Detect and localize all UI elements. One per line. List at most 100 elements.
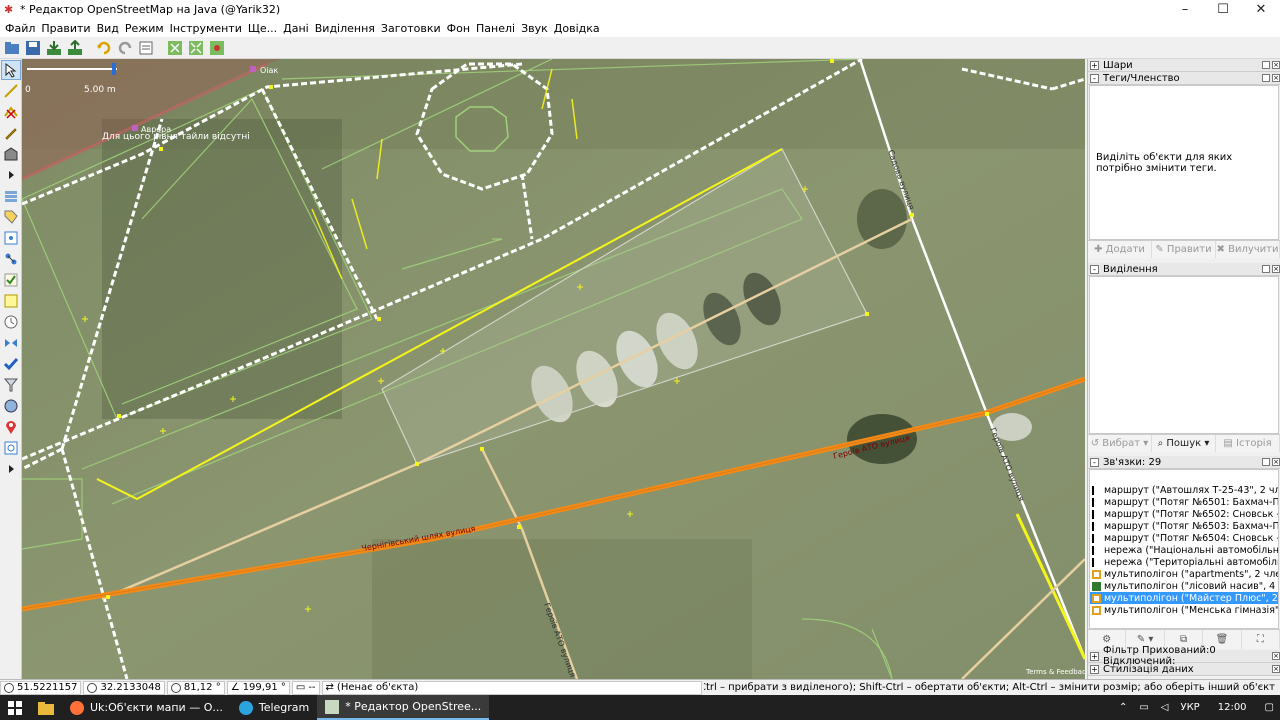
- start-button[interactable]: [0, 695, 30, 720]
- poi-marker[interactable]: [250, 66, 256, 72]
- panel-close-icon[interactable]: ×: [1272, 652, 1280, 660]
- redo-icon[interactable]: [115, 38, 134, 57]
- open-file-icon[interactable]: [2, 38, 21, 57]
- close-button[interactable]: ✕: [1242, 0, 1280, 19]
- save-icon[interactable]: [23, 38, 42, 57]
- search-button[interactable]: ⌕ Пошук ▾: [1152, 435, 1216, 452]
- language-indicator[interactable]: УКР: [1174, 702, 1205, 713]
- detach-icon[interactable]: [1262, 265, 1270, 273]
- location-pin-icon[interactable]: [1, 417, 21, 437]
- selection-panel-header[interactable]: - Виділення ×: [1088, 263, 1280, 276]
- relation-item[interactable]: маршрут ("Потяг №6503: Бахмач-Пасаж: [1090, 520, 1278, 532]
- tags-panel-header[interactable]: - Теги/Членство ×: [1088, 72, 1280, 85]
- collapse-toggle-icon[interactable]: -: [1090, 73, 1099, 83]
- relation-item[interactable]: мультиполігон ("Менська гімназія", 6 чле: [1090, 604, 1278, 616]
- undo-icon[interactable]: [94, 38, 113, 57]
- map-view[interactable]: 0 5.00 m Оіак Аврора Для цього рівня тай…: [22, 59, 1085, 679]
- checkmark-icon[interactable]: [1, 354, 21, 374]
- selection-list[interactable]: [1089, 276, 1279, 434]
- file-explorer-button[interactable]: [30, 695, 62, 720]
- taskbar-josm[interactable]: * Редактор OpenStree...: [317, 695, 490, 720]
- network-icon[interactable]: ▭: [1133, 702, 1154, 713]
- menu-file[interactable]: Файл: [2, 22, 38, 35]
- relations-panel-header[interactable]: - Зв'язки: 29 ×: [1088, 456, 1280, 469]
- zoom-to-selection-icon[interactable]: [186, 38, 205, 57]
- notes-icon[interactable]: [1, 291, 21, 311]
- add-tag-button[interactable]: ✚ Додати: [1088, 241, 1152, 258]
- filter-icon[interactable]: [1, 375, 21, 395]
- menu-audio[interactable]: Звук: [518, 22, 551, 35]
- detach-icon[interactable]: [1262, 458, 1270, 466]
- expand-arrow-icon[interactable]: [1, 165, 21, 185]
- draw-mode-icon[interactable]: [1, 81, 21, 101]
- select-mode-icon[interactable]: [1, 60, 21, 80]
- validator-icon[interactable]: [1, 270, 21, 290]
- expand-arrow-icon[interactable]: [1, 459, 21, 479]
- select-button[interactable]: ↺ Вибрат ▾: [1088, 435, 1152, 452]
- relation-item[interactable]: маршрут ("Автошлях Т-25-43", 2 члени,: [1090, 484, 1278, 496]
- layers-toggle-icon[interactable]: [1, 186, 21, 206]
- relation-item[interactable]: нережа ("Національні автомобільні шля: [1090, 544, 1278, 556]
- menu-view[interactable]: Вид: [94, 22, 122, 35]
- panel-close-icon[interactable]: ×: [1272, 458, 1280, 466]
- panel-close-icon[interactable]: ×: [1272, 74, 1280, 82]
- tray-chevron-icon[interactable]: ⌃: [1113, 702, 1133, 713]
- selection-list-icon[interactable]: [1, 228, 21, 248]
- upload-icon[interactable]: [65, 38, 84, 57]
- menu-more[interactable]: Ще...: [245, 22, 280, 35]
- notifications-icon[interactable]: ▢: [1259, 702, 1280, 713]
- expand-toggle-icon[interactable]: +: [1090, 651, 1099, 661]
- download-icon[interactable]: [44, 38, 63, 57]
- relation-item-selected[interactable]: мультиполігон ("Майстер Плюс", 2 члени: [1090, 592, 1278, 604]
- menu-data[interactable]: Дані: [280, 22, 312, 35]
- filter-panel-header[interactable]: + Фільтр Прихований:0 Відключений: ×: [1088, 645, 1280, 667]
- map-style-icon[interactable]: [1, 396, 21, 416]
- map-canvas[interactable]: 0 5.00 m Оіак Аврора Для цього рівня тай…: [22, 59, 1085, 679]
- edit-tag-button[interactable]: ✎ Правити: [1152, 241, 1216, 258]
- layers-panel-header[interactable]: + Шари ×: [1088, 59, 1280, 72]
- menu-imagery[interactable]: Фон: [444, 22, 473, 35]
- history-icon[interactable]: [1, 312, 21, 332]
- expand-toggle-icon[interactable]: +: [1090, 60, 1099, 70]
- volume-icon[interactable]: ◁: [1155, 702, 1175, 713]
- menu-help[interactable]: Довідка: [551, 22, 603, 35]
- delete-tag-button[interactable]: ✖ Вилучити: [1216, 241, 1280, 258]
- minimize-button[interactable]: –: [1166, 0, 1204, 19]
- relation-item[interactable]: нережа ("Територіальні автомобільні ш: [1090, 556, 1278, 568]
- relation-item[interactable]: мультиполігон ("apartments", 2 члени): [1090, 568, 1278, 580]
- clock[interactable]: 12:00: [1206, 702, 1259, 713]
- pencil-icon[interactable]: [1, 123, 21, 143]
- menu-windows[interactable]: Панелі: [473, 22, 518, 35]
- panel-close-icon[interactable]: ×: [1272, 61, 1280, 69]
- menu-mode[interactable]: Режим: [122, 22, 167, 35]
- relation-item[interactable]: маршрут ("Потяг №6501: Бахмач-Пасаж: [1090, 496, 1278, 508]
- collapse-toggle-icon[interactable]: -: [1090, 264, 1099, 274]
- map-attribution[interactable]: Terms & Feedback: [1025, 668, 1085, 676]
- maximize-button[interactable]: ☐: [1204, 0, 1242, 19]
- minimap-icon[interactable]: [1, 438, 21, 458]
- conflict-icon[interactable]: [1, 333, 21, 353]
- delete-mode-icon[interactable]: [1, 102, 21, 122]
- panel-close-icon[interactable]: ×: [1272, 265, 1280, 273]
- menu-presets[interactable]: Заготовки: [378, 22, 444, 35]
- menu-edit[interactable]: Правити: [38, 22, 93, 35]
- menu-selection[interactable]: Виділення: [312, 22, 378, 35]
- building-icon[interactable]: [1, 144, 21, 164]
- relations-list[interactable]: маршрут ("Автошлях Т-25-43", 2 члени, ма…: [1089, 469, 1279, 629]
- zoom-to-layer-icon[interactable]: [207, 38, 226, 57]
- taskbar-telegram[interactable]: Telegram: [231, 695, 317, 720]
- relation-icon[interactable]: [1, 249, 21, 269]
- tags-toggle-icon[interactable]: [1, 207, 21, 227]
- relation-item[interactable]: маршрут ("Потяг №6504: Сновськ - Бах: [1090, 532, 1278, 544]
- zoom-to-data-icon[interactable]: [165, 38, 184, 57]
- expand-toggle-icon[interactable]: +: [1090, 664, 1099, 674]
- styles-panel-header[interactable]: + Стилізація даних ×: [1088, 663, 1280, 676]
- relation-item[interactable]: маршрут ("Потяг №6502: Сновськ - Бах: [1090, 508, 1278, 520]
- menu-tools[interactable]: Інструменти: [167, 22, 245, 35]
- relation-item[interactable]: мультиполігон ("лісовий насив", 4 члени: [1090, 580, 1278, 592]
- poi-marker[interactable]: [132, 125, 138, 131]
- panel-close-icon[interactable]: ×: [1272, 665, 1280, 673]
- history-button[interactable]: ▤ Історія: [1216, 435, 1280, 452]
- taskbar-firefox[interactable]: Uk:Об'єкти мапи — О...: [62, 695, 231, 720]
- detach-icon[interactable]: [1262, 61, 1270, 69]
